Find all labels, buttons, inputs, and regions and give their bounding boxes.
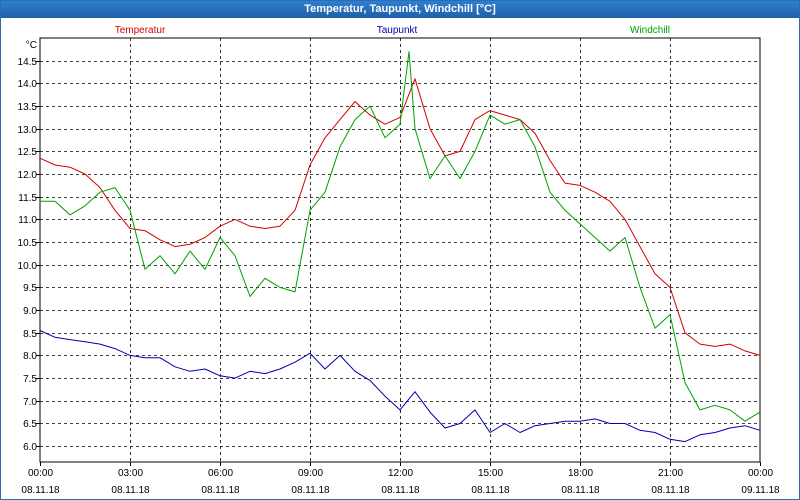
x-tick-time: 06:00 xyxy=(208,468,233,479)
y-tick-label: 11.5 xyxy=(18,193,37,204)
x-tick-date: 08.11.18 xyxy=(561,485,600,496)
y-tick-label: 12.0 xyxy=(18,170,38,181)
x-tick-date: 09.11.18 xyxy=(741,485,780,496)
y-axis-label: °C xyxy=(26,40,37,51)
x-tick-time: 03:00 xyxy=(118,468,143,479)
x-tick-date: 08.11.18 xyxy=(381,485,420,496)
y-tick-label: 11.0 xyxy=(18,215,37,226)
y-tick-label: 6.0 xyxy=(23,442,37,453)
x-tick-date: 08.11.18 xyxy=(21,485,60,496)
legend-entry-windchill: Windchill xyxy=(630,25,670,36)
y-tick-label: 8.0 xyxy=(23,351,37,362)
y-tick-label: 13.0 xyxy=(18,125,38,136)
legend-entry-taupunkt: Taupunkt xyxy=(377,25,418,36)
x-tick-time: 00:00 xyxy=(28,468,53,479)
y-tick-label: 7.0 xyxy=(23,397,37,408)
x-tick-time: 09:00 xyxy=(298,468,323,479)
legend-entry-temperatur: Temperatur xyxy=(115,25,166,36)
x-tick-date: 08.11.18 xyxy=(111,485,150,496)
x-tick-date: 08.11.18 xyxy=(651,485,690,496)
x-tick-date: 08.11.18 xyxy=(201,485,240,496)
x-tick-time: 12:00 xyxy=(388,468,413,479)
x-tick-date: 08.11.18 xyxy=(471,485,510,496)
y-tick-label: 14.5 xyxy=(18,57,38,68)
y-tick-label: 13.5 xyxy=(18,102,38,113)
plot-area xyxy=(39,37,761,463)
x-tick-date: 08.11.18 xyxy=(291,485,330,496)
y-tick-label: 10.0 xyxy=(18,261,38,272)
y-tick-label: 9.5 xyxy=(23,283,37,294)
y-tick-label: 9.0 xyxy=(23,306,37,317)
x-tick-time: 21:00 xyxy=(658,468,683,479)
y-tick-label: 6.5 xyxy=(23,419,37,430)
y-tick-label: 10.5 xyxy=(18,238,38,249)
y-tick-label: 8.5 xyxy=(23,329,37,340)
y-tick-label: 14.0 xyxy=(18,79,38,90)
x-tick-time: 15:00 xyxy=(478,468,503,479)
y-tick-label: 12.5 xyxy=(18,147,38,158)
x-tick-time: 00:00 xyxy=(748,468,773,479)
x-tick-time: 18:00 xyxy=(568,468,593,479)
y-tick-label: 7.5 xyxy=(23,374,37,385)
chart-canvas: 6.0 6.5 7.0 7.5 8.0 8.5 9.0 9.5 10.0 10.5 11.0 11.5… xyxy=(18,25,780,496)
